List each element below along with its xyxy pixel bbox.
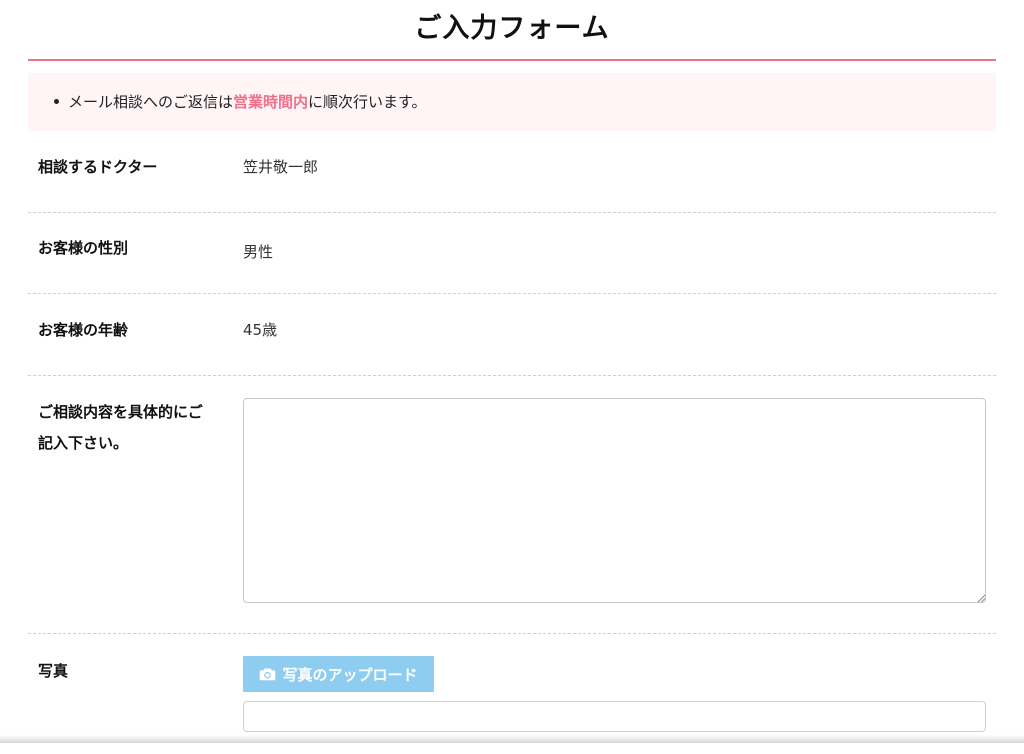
consultation-label-line1: ご相談内容を具体的にご xyxy=(38,403,203,421)
consultation-textarea[interactable] xyxy=(243,398,986,603)
photo-label: 写真 xyxy=(38,662,69,680)
consultation-label: ご相談内容を具体的にご 記入下さい。 xyxy=(38,397,228,459)
gender-value: 男性 xyxy=(243,243,274,261)
bottom-scroll-shadow xyxy=(0,735,1024,743)
form-row-doctor: 相談するドクター 笠井敬一郎 xyxy=(28,131,996,213)
form-row-gender: お客様の性別 男性 xyxy=(28,213,996,294)
notice-highlight: 営業時間内 xyxy=(233,93,309,111)
consultation-label-line2: 記入下さい。 xyxy=(38,434,129,452)
camera-icon xyxy=(260,668,276,681)
photo-upload-label: 写真のアップロード xyxy=(282,665,418,684)
age-label: お客様の年齢 xyxy=(38,321,129,339)
notice-box: メール相談へのご返信は営業時間内に順次行います。 xyxy=(28,73,996,131)
photo-upload-button[interactable]: 写真のアップロード xyxy=(243,656,434,692)
notice-item: メール相談へのご返信は営業時間内に順次行います。 xyxy=(54,73,996,131)
notice-prefix: メール相談へのご返信は xyxy=(68,93,234,111)
notice-list: メール相談へのご返信は営業時間内に順次行います。 xyxy=(28,73,996,131)
gender-label: お客様の性別 xyxy=(38,239,129,257)
title-divider xyxy=(28,59,996,61)
notice-suffix: に順次行います。 xyxy=(308,93,427,111)
page-title: ご入力フォーム xyxy=(414,13,610,44)
form-row-consultation: ご相談内容を具体的にご 記入下さい。 xyxy=(28,376,996,634)
bullet-icon xyxy=(54,99,59,104)
photo-filename-field[interactable] xyxy=(243,701,986,732)
form-row-age: お客様の年齢 45歳 xyxy=(28,294,996,376)
age-value: 45歳 xyxy=(243,321,278,339)
doctor-label: 相談するドクター xyxy=(38,158,158,176)
doctor-value: 笠井敬一郎 xyxy=(243,158,319,176)
resize-grip-icon[interactable] xyxy=(977,594,986,603)
